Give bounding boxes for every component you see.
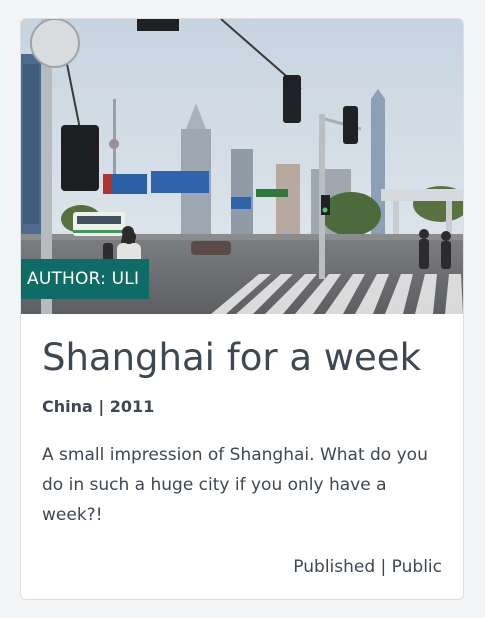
trip-card[interactable]: AUTHOR: ULI Shanghai for a week China | … (20, 18, 464, 600)
card-body: Shanghai for a week China | 2011 A small… (42, 335, 444, 530)
trip-cover-image[interactable]: AUTHOR: ULI (21, 19, 463, 314)
trip-description: A small impression of Shanghai. What do … (42, 445, 428, 525)
publish-status: Published | Public (293, 557, 442, 577)
trip-title[interactable]: Shanghai for a week (42, 335, 444, 381)
author-badge: AUTHOR: ULI (21, 259, 150, 299)
trip-meta: China | 2011 (42, 397, 155, 416)
